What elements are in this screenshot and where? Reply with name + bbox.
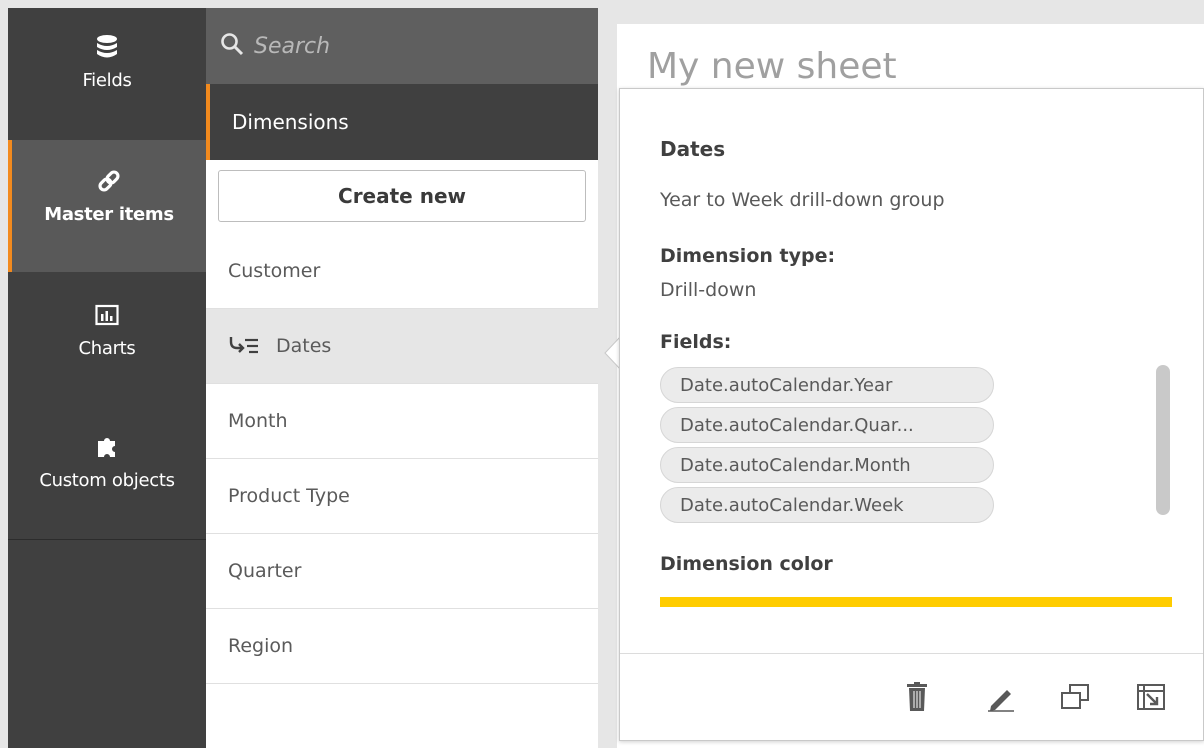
- drilldown-icon: [228, 335, 260, 357]
- fields-label: Fields:: [660, 331, 732, 353]
- sheet-title[interactable]: My new sheet: [647, 46, 897, 87]
- list-item-label: Quarter: [228, 560, 302, 582]
- dimension-color-bar: [660, 597, 1172, 607]
- list-item-dates[interactable]: Dates: [206, 309, 598, 384]
- nav-fields[interactable]: Fields: [8, 8, 206, 140]
- dimensions-title: Dimensions: [232, 110, 349, 134]
- dimension-type-value: Drill-down: [660, 279, 757, 301]
- master-items-panel: Search Dimensions Create new Customer Da…: [206, 8, 598, 748]
- edit-button[interactable]: [982, 680, 1020, 718]
- delete-icon: [906, 682, 928, 716]
- nav-fields-label: Fields: [82, 70, 132, 91]
- link-icon: [96, 166, 122, 196]
- nav-charts-label: Charts: [78, 338, 136, 359]
- field-chip: Date.autoCalendar.Quar...: [660, 407, 994, 443]
- search-icon: [220, 32, 244, 60]
- dimensions-list: Customer Dates Month Product Type Quarte…: [206, 234, 598, 684]
- add-to-sheet-icon: [1136, 682, 1166, 716]
- nav-master-items[interactable]: Master items: [8, 140, 206, 272]
- nav-master-items-label: Master items: [44, 204, 174, 225]
- add-to-sheet-button[interactable]: [1132, 680, 1170, 718]
- dimensions-header[interactable]: Dimensions: [206, 84, 598, 160]
- popover-description: Year to Week drill-down group: [660, 189, 945, 211]
- list-item-label: Product Type: [228, 485, 350, 507]
- field-chip: Date.autoCalendar.Week: [660, 487, 994, 523]
- fields-list[interactable]: Date.autoCalendar.Year Date.autoCalendar…: [660, 367, 1000, 525]
- popover-title: Dates: [660, 137, 726, 161]
- popover-footer: [620, 653, 1203, 741]
- list-item-quarter[interactable]: Quarter: [206, 534, 598, 609]
- list-item-label: Month: [228, 410, 288, 432]
- list-item-month[interactable]: Month: [206, 384, 598, 459]
- dimension-color-label: Dimension color: [660, 553, 833, 575]
- bar-chart-icon: [95, 300, 119, 330]
- nav-charts[interactable]: Charts: [8, 272, 206, 388]
- list-item-customer[interactable]: Customer: [206, 234, 598, 309]
- dimension-detail-popover: Dates Year to Week drill-down group Dime…: [619, 88, 1204, 741]
- create-new-button[interactable]: Create new: [218, 170, 586, 222]
- delete-button[interactable]: [898, 680, 936, 718]
- search-input[interactable]: Search: [206, 8, 598, 84]
- database-icon: [95, 32, 119, 62]
- edit-icon: [986, 682, 1016, 716]
- puzzle-icon: [95, 432, 119, 462]
- nav-custom-objects[interactable]: Custom objects: [8, 408, 206, 540]
- duplicate-button[interactable]: [1056, 680, 1094, 718]
- list-item-label: Customer: [228, 260, 321, 282]
- assets-nav: Fields Master items Charts Custom object…: [8, 8, 206, 748]
- search-placeholder: Search: [254, 33, 331, 59]
- field-chip: Date.autoCalendar.Year: [660, 367, 994, 403]
- list-item-label: Region: [228, 635, 294, 657]
- list-item-product-type[interactable]: Product Type: [206, 459, 598, 534]
- nav-custom-objects-label: Custom objects: [39, 470, 175, 491]
- dimension-type-label: Dimension type:: [660, 245, 836, 267]
- fields-scrollbar[interactable]: [1156, 365, 1170, 515]
- field-chip: Date.autoCalendar.Month: [660, 447, 994, 483]
- list-item-region[interactable]: Region: [206, 609, 598, 684]
- list-item-label: Dates: [276, 335, 332, 357]
- duplicate-icon: [1059, 682, 1091, 716]
